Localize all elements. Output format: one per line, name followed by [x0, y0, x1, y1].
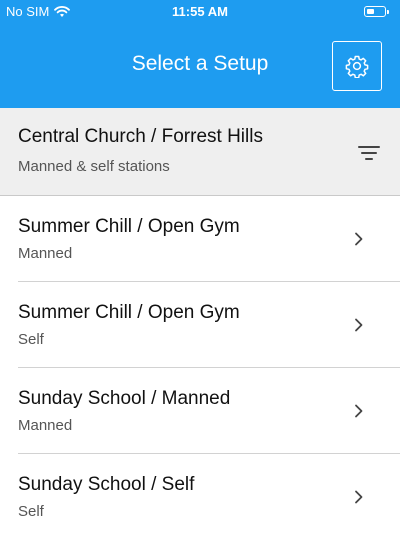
chevron-right-icon: [355, 490, 363, 504]
battery-icon: [364, 6, 389, 17]
site-title: Central Church / Forrest Hills: [18, 126, 263, 147]
setup-title: Summer Chill / Open Gym: [18, 302, 240, 323]
site-subtitle: Manned & self stations: [18, 158, 170, 175]
setup-subtitle: Manned: [18, 417, 73, 434]
chevron-right-icon: [355, 318, 363, 332]
list-item[interactable]: Summer Chill / Open Gym Manned: [0, 196, 400, 282]
setup-subtitle: Self: [18, 331, 44, 348]
battery-nub: [387, 9, 389, 14]
status-bar: No SIM 11:55 AM: [0, 0, 400, 24]
setup-list: Summer Chill / Open Gym Manned Summer Ch…: [0, 196, 400, 540]
battery-level: [366, 8, 374, 14]
settings-button[interactable]: [332, 41, 382, 91]
gear-icon: [345, 55, 369, 78]
chevron-right-icon: [355, 404, 363, 418]
nav-bar: Select a Setup: [0, 24, 400, 108]
setup-subtitle: Self: [18, 503, 44, 520]
setup-title: Summer Chill / Open Gym: [18, 216, 240, 237]
site-header: Central Church / Forrest Hills Manned & …: [0, 108, 400, 196]
setup-title: Sunday School / Manned: [18, 388, 231, 409]
status-time: 11:55 AM: [172, 4, 228, 19]
list-item[interactable]: Sunday School / Manned Manned: [0, 368, 400, 454]
list-item[interactable]: Summer Chill / Open Gym Self: [0, 282, 400, 368]
filter-icon[interactable]: [358, 144, 380, 162]
chevron-right-icon: [355, 232, 363, 246]
setup-title: Sunday School / Self: [18, 474, 195, 495]
list-item[interactable]: Sunday School / Self Self: [0, 454, 400, 540]
setup-subtitle: Manned: [18, 245, 73, 262]
